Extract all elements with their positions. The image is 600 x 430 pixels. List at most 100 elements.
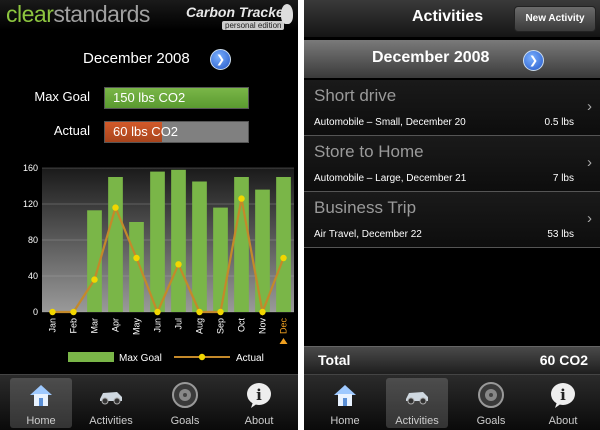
svg-text:i: i <box>256 386 262 404</box>
activities-tab-bar: Home Activities Goals i About <box>304 374 600 430</box>
activity-amount: 53 lbs <box>547 229 574 240</box>
tire-icon <box>477 381 505 409</box>
x-tick-label: Nov <box>258 318 268 335</box>
new-activity-button[interactable]: New Activity <box>514 6 596 32</box>
bar-max-goal-jul <box>171 169 186 312</box>
tab-label: Goals <box>476 415 506 427</box>
chevron-right-icon: ❯ <box>528 55 539 67</box>
activity-title: Business Trip <box>314 198 417 217</box>
tab-label: Goals <box>170 415 200 427</box>
badge-title: Carbon Tracker <box>186 4 290 20</box>
point-actual-may <box>133 254 140 262</box>
point-actual-dec <box>280 254 287 262</box>
legend-swatch-actual-point <box>198 353 206 361</box>
x-tick-label: Jan <box>48 318 58 333</box>
point-actual-nov <box>259 308 266 316</box>
carbon-tracker-badge: Carbon Tracker personal edition <box>186 4 296 32</box>
tab-label: About <box>548 415 578 427</box>
x-tick-label: Dec <box>279 318 289 335</box>
month-header-title: December 2008 <box>372 49 490 66</box>
svg-text:i: i <box>560 386 566 404</box>
next-month-button[interactable]: ❯ <box>210 49 231 70</box>
chevron-right-icon: › <box>587 154 592 171</box>
y-tick-label: 120 <box>23 199 38 209</box>
point-actual-mar <box>91 276 98 283</box>
activity-title: Short drive <box>314 86 397 105</box>
bar-max-goal-sep <box>213 207 228 312</box>
actual-label: Actual <box>53 123 90 138</box>
tire-icon <box>171 381 199 409</box>
next-month-button[interactable]: ❯ <box>523 50 544 71</box>
home-screen: clearstandards Carbon Tracker personal e… <box>0 0 298 430</box>
actual-value: 60 lbs CO2 <box>113 124 179 139</box>
x-tick-label: Sep <box>216 318 226 334</box>
point-actual-aug <box>196 308 203 316</box>
bar-max-goal-dec <box>276 177 291 312</box>
month-header: December 2008 ❯ <box>304 40 600 78</box>
y-tick-label: 40 <box>28 271 38 281</box>
tab-about[interactable]: i About <box>228 378 290 428</box>
tab-activities[interactable]: Activities <box>386 378 448 428</box>
point-actual-jun <box>154 308 161 316</box>
max-goal-value: 150 lbs CO2 <box>113 90 186 105</box>
tab-label: Home <box>330 415 360 427</box>
badge-subtitle: personal edition <box>222 21 285 30</box>
tab-label: Activities <box>395 415 439 427</box>
legend-label-max-goal: Max Goal <box>119 353 162 364</box>
info-icon: i <box>245 381 273 409</box>
car-icon <box>403 381 431 409</box>
y-tick-label: 160 <box>23 163 38 173</box>
max-goal-label: Max Goal <box>34 89 90 104</box>
max-goal-bar: 150 lbs CO2 <box>104 87 249 109</box>
bar-max-goal-apr <box>108 177 123 312</box>
tab-home[interactable]: Home <box>10 378 72 428</box>
activities-nav-bar: Activities New Activity <box>304 0 600 38</box>
bar-max-goal-jun <box>150 171 165 312</box>
bar-max-goal-may <box>129 222 144 312</box>
month-title: December 2008 <box>83 50 190 67</box>
brand-logo: clearstandards <box>6 1 150 27</box>
x-tick-label: Mar <box>90 318 100 334</box>
x-tick-label: Jul <box>174 318 184 330</box>
car-icon <box>97 381 125 409</box>
point-actual-jan <box>49 308 56 316</box>
list-item[interactable]: Short drive Automobile – Small, December… <box>304 80 600 136</box>
footprint-icon <box>281 4 293 24</box>
bar-max-goal-nov <box>255 189 270 312</box>
legend-label-actual: Actual <box>236 353 264 364</box>
point-actual-jul <box>175 261 182 268</box>
activity-detail: Automobile – Large, December 21 <box>314 173 467 184</box>
tab-label: Activities <box>89 415 133 427</box>
activity-amount: 0.5 lbs <box>544 117 574 128</box>
activity-list: Short drive Automobile – Small, December… <box>304 80 600 248</box>
x-tick-label: Apr <box>111 318 121 332</box>
x-tick-label: Aug <box>195 318 205 334</box>
bar-max-goal-aug <box>192 181 207 312</box>
tab-home[interactable]: Home <box>314 378 376 428</box>
activity-detail: Automobile – Small, December 20 <box>314 117 466 128</box>
x-tick-label: May <box>132 318 142 336</box>
list-item[interactable]: Store to Home Automobile – Large, Decemb… <box>304 136 600 192</box>
tab-goals[interactable]: Goals <box>460 378 522 428</box>
tab-label: About <box>244 415 274 427</box>
chevron-right-icon: › <box>587 98 592 115</box>
legend-swatch-max-goal <box>68 352 114 362</box>
tab-label: Home <box>26 415 56 427</box>
tab-activities[interactable]: Activities <box>80 378 142 428</box>
total-label: Total <box>318 352 351 368</box>
chart-svg: 0 40 80 120 160 Jan Feb Mar Apr May Jun Jul Aug Sep Oc… <box>23 163 294 364</box>
point-actual-apr <box>112 204 119 211</box>
selected-month-marker <box>279 338 288 344</box>
activities-title: Activities <box>412 8 484 25</box>
tab-about[interactable]: i About <box>532 378 594 428</box>
total-bar: Total 60 CO2 <box>304 346 600 374</box>
tab-goals[interactable]: Goals <box>154 378 216 428</box>
list-item[interactable]: Business Trip Air Travel, December 22 53… <box>304 192 600 248</box>
x-tick-label: Feb <box>69 318 79 334</box>
chevron-right-icon: › <box>587 210 592 227</box>
x-tick-label: Oct <box>237 318 247 333</box>
point-actual-oct <box>238 195 245 202</box>
brand-header: clearstandards Carbon Tracker personal e… <box>0 0 298 30</box>
activity-title: Store to Home <box>314 142 424 161</box>
total-value: 60 CO2 <box>539 352 588 368</box>
